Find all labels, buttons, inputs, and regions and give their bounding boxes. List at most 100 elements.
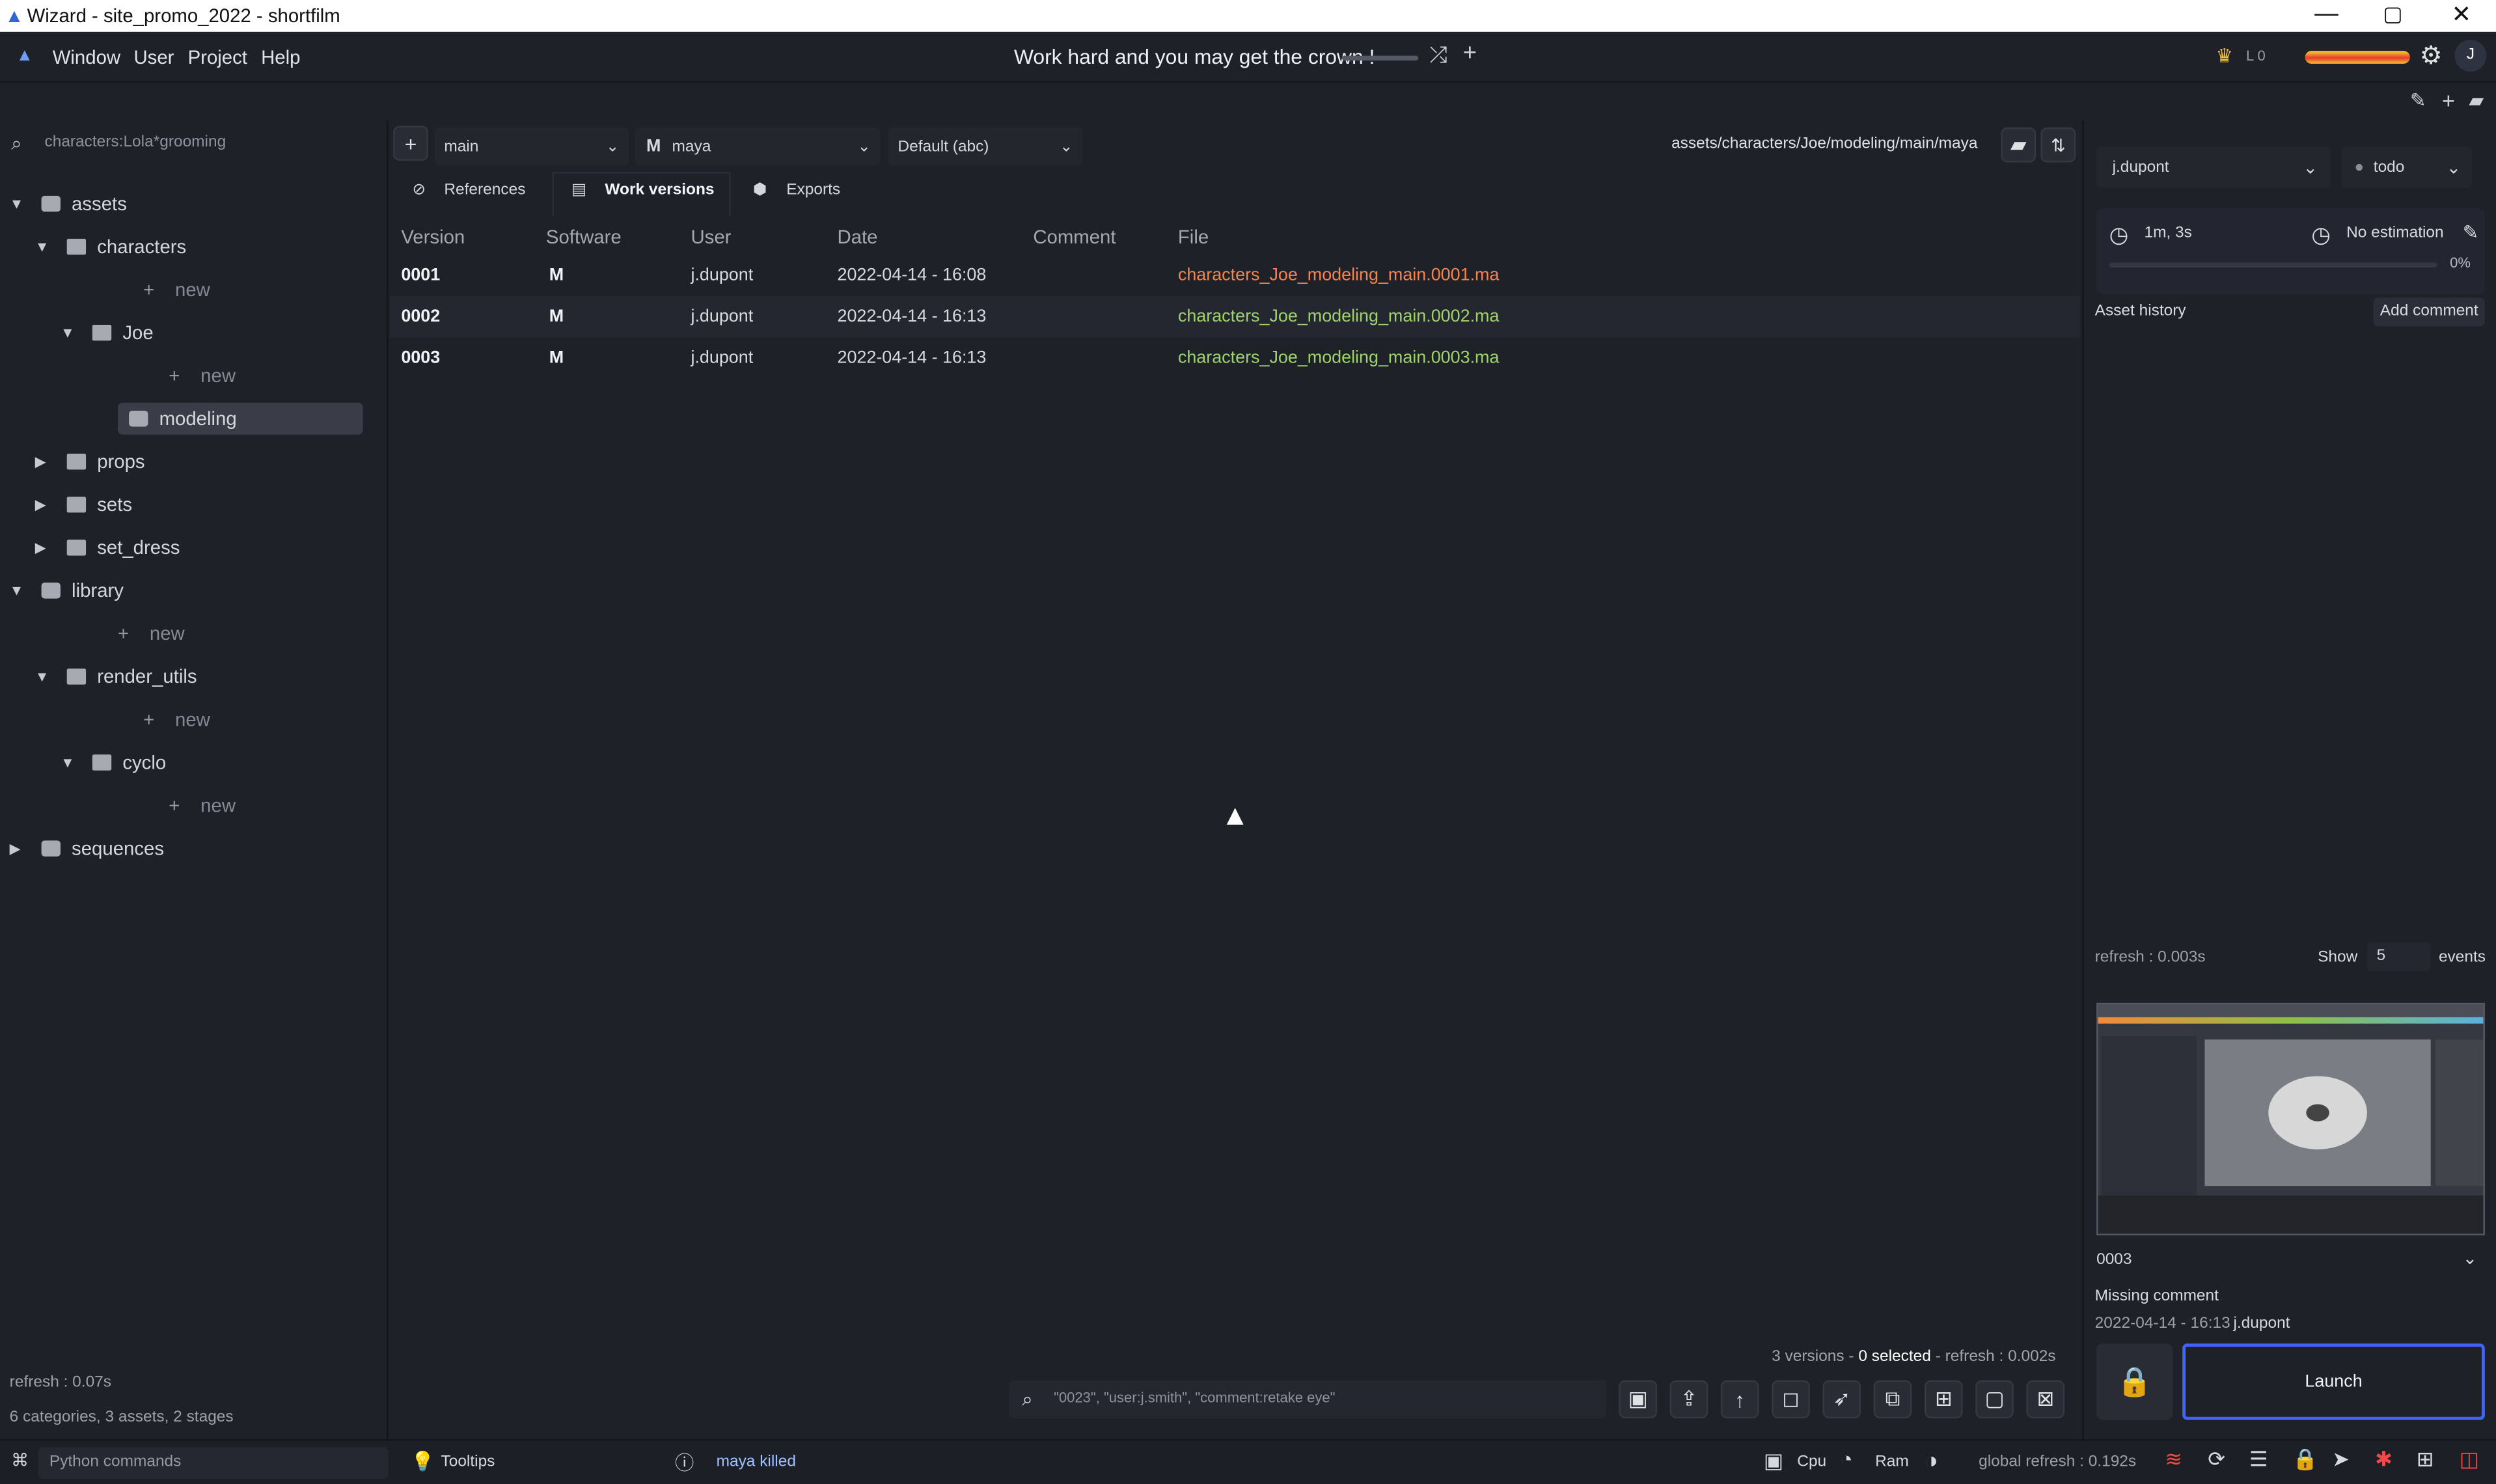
chevron-down-icon[interactable]: ▼ [10, 583, 25, 598]
chevron-down-icon[interactable]: ▼ [35, 668, 51, 684]
launch-button[interactable]: Launch [2182, 1343, 2485, 1420]
bug-icon[interactable]: ✱ [2375, 1447, 2393, 1472]
new-item-button[interactable]: + new [86, 360, 236, 392]
minimize-icon[interactable]: — [2314, 0, 2338, 27]
python-command-input[interactable]: Python commands [38, 1447, 389, 1479]
new-item-button[interactable]: + new [61, 704, 210, 735]
tree-item[interactable]: ▼ cyclo [61, 747, 166, 778]
version-select[interactable]: 0003 ⌄ [2096, 1244, 2485, 1280]
events-count-input[interactable]: 5 [2366, 942, 2431, 971]
column-date[interactable]: Date [837, 226, 877, 248]
duplicate-icon[interactable]: ⧉ [1873, 1380, 1912, 1419]
column-file[interactable]: File [1178, 226, 1209, 248]
tree-item[interactable]: ▼ library [10, 575, 124, 607]
menu-help[interactable]: Help [261, 46, 300, 68]
plus-icon[interactable]: + [1463, 40, 1477, 67]
menu-window[interactable]: Window [53, 46, 120, 68]
tab-references[interactable]: References [444, 182, 525, 199]
table-row[interactable]: 0003 Mj.dupont 2022-04-14 - 16:13 character… [390, 338, 2080, 379]
column-version[interactable]: Version [401, 226, 465, 248]
variant-value: main [444, 137, 479, 156]
tree-item[interactable]: ▼ assets [10, 188, 127, 220]
rss-icon[interactable]: ≋ [2165, 1447, 2182, 1472]
lightbulb-icon[interactable]: 💡 [411, 1450, 435, 1472]
screenshot-button[interactable]: ▣ [1619, 1380, 1658, 1419]
tree-search[interactable]: ⌕ characters:Lola*grooming [0, 121, 389, 165]
sync-button[interactable]: ⇅ [2040, 127, 2076, 163]
tree-item[interactable]: ▶ props [35, 446, 145, 478]
selected-version: 0003 [2096, 1251, 2132, 1269]
tree-item[interactable]: ▼ characters [35, 231, 186, 263]
events-label: events [2438, 948, 2486, 967]
chevron-down-icon: ⌄ [2462, 1249, 2478, 1269]
search-input[interactable]: characters:Lola*grooming [44, 133, 226, 151]
tree-item[interactable]: ▼ render_utils [35, 661, 197, 693]
tree-item[interactable]: ▼ Joe [61, 317, 154, 349]
dashboard-icon[interactable]: ⊞ [2417, 1447, 2434, 1472]
export-icon[interactable]: ↑ [1720, 1380, 1759, 1419]
new-version-icon[interactable]: ⊞ [1924, 1380, 1963, 1419]
tree-item[interactable]: ▶ set_dress [35, 532, 180, 564]
chevron-right-icon[interactable]: ▶ [35, 539, 51, 556]
menu-project[interactable]: Project [188, 46, 247, 68]
close-icon[interactable]: ✕ [2452, 0, 2472, 29]
version-search-input[interactable]: ⌕ "0023", "user:j.smith", "comment:retak… [1009, 1380, 1606, 1419]
edit-icon[interactable]: ✎ [2410, 89, 2426, 111]
comment-icon[interactable]: ◻ [1772, 1380, 1810, 1419]
upload-icon[interactable]: ⇪ [1669, 1380, 1708, 1419]
chevron-right-icon[interactable]: ▶ [10, 840, 25, 857]
software-dropdown[interactable]: M maya ⌄ [635, 127, 881, 166]
maya-icon: M [549, 348, 564, 368]
assets-icon [41, 195, 61, 212]
column-comment[interactable]: Comment [1033, 226, 1116, 248]
chevron-right-icon[interactable]: ▶ [35, 496, 51, 514]
chevron-down-icon[interactable]: ▼ [10, 196, 25, 212]
add-variant-button[interactable]: + [393, 126, 428, 161]
new-item-button[interactable]: + new [86, 790, 236, 821]
tab-work-versions[interactable]: Work versions [605, 182, 714, 199]
column-software[interactable]: Software [546, 226, 622, 248]
variant-dropdown[interactable]: main ⌄ [434, 127, 629, 166]
run-icon[interactable]: ➤ [2332, 1447, 2350, 1472]
tooltips-label[interactable]: Tooltips [441, 1453, 495, 1471]
add-comment-button[interactable]: Add comment [2373, 297, 2485, 327]
lock-icon[interactable]: 🔒 [2292, 1447, 2318, 1472]
tree-item-label: new [175, 279, 210, 301]
export-format-dropdown[interactable]: Default (abc) ⌄ [888, 127, 1083, 166]
column-user[interactable]: User [691, 226, 731, 248]
chevron-down-icon[interactable]: ▼ [61, 754, 76, 770]
restore-icon[interactable]: ▢ [2383, 1, 2402, 27]
tree-item[interactable]: ▶ sequences [10, 832, 164, 864]
lock-icon[interactable]: 🔒 [2096, 1343, 2173, 1420]
add-icon[interactable]: + [2442, 88, 2455, 113]
settings-icon[interactable]: ⚙ [2420, 40, 2443, 72]
rocket-icon[interactable]: ➶ [1822, 1380, 1861, 1419]
table-row[interactable]: 0002 Mj.dupont 2022-04-14 - 16:13 character… [390, 295, 2081, 338]
state-dropdown[interactable]: ● todo ⌄ [2341, 146, 2473, 188]
xp-bar [2305, 51, 2410, 64]
open-folder-button[interactable]: ▰ [2001, 127, 2037, 163]
notification-icon[interactable]: ◫ [2460, 1447, 2479, 1472]
chevron-right-icon[interactable]: ▶ [35, 453, 51, 471]
user-dropdown[interactable]: j.dupont ⌄ [2096, 146, 2331, 188]
tab-exports[interactable]: Exports [786, 182, 840, 199]
clean-icon[interactable]: ⊠ [2026, 1380, 2065, 1419]
new-item-button[interactable]: + new [61, 274, 210, 306]
refresh-icon[interactable]: ⟳ [2208, 1447, 2225, 1472]
chevron-down-icon[interactable]: ▼ [61, 325, 76, 340]
tree-item[interactable]: ▶ sets [35, 489, 132, 521]
table-row[interactable]: 0001 Mj.dupont 2022-04-14 - 16:08 character… [390, 254, 2080, 296]
sound-slider[interactable] [1341, 55, 1419, 61]
sliders-icon[interactable]: ☰ [2249, 1447, 2268, 1472]
edit-estimation-icon[interactable]: ✎ [2463, 221, 2479, 243]
new-item-button[interactable]: + new [35, 618, 185, 650]
title-bar: ▲ Wizard - site_promo_2022 - shortfilm —… [0, 0, 2496, 32]
empty-file-icon[interactable]: ▢ [1975, 1380, 2014, 1419]
folder-icon[interactable]: ▰ [2469, 89, 2484, 111]
menu-user[interactable]: User [133, 46, 174, 68]
date-cell: 2022-04-14 - 16:08 [837, 266, 987, 285]
avatar[interactable]: J [2454, 40, 2487, 72]
shuffle-icon[interactable]: ⤮ [1429, 42, 1447, 69]
chevron-down-icon[interactable]: ▼ [35, 239, 51, 254]
tree-item[interactable]: modeling [117, 402, 363, 435]
